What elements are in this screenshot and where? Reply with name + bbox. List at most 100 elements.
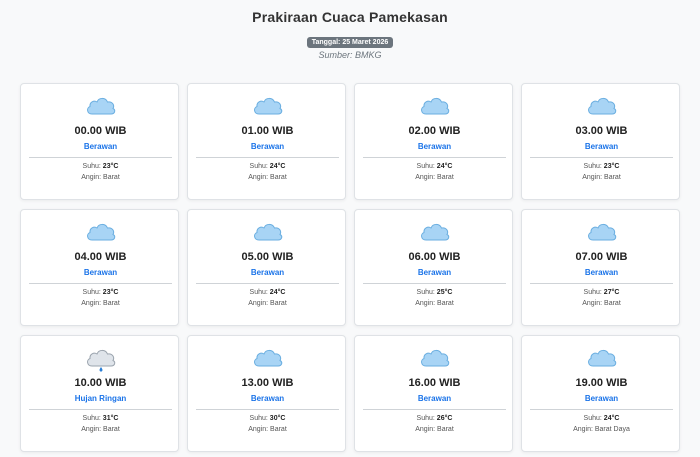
wind-value: Barat [604,174,621,181]
forecast-wind-row: Angin: Barat [21,426,180,433]
wind-value: Barat [103,300,120,307]
wind-label: Angin: [81,426,104,433]
temp-value: 23°C [603,163,620,170]
forecast-wind-row: Angin: Barat [21,300,180,307]
forecast-time: 16.00 WIB [408,377,461,389]
forecast-card: 03.00 WIB Berawan Suhu: 23°C Angin: Barat [521,83,680,200]
forecast-card: 13.00 WIB Berawan Suhu: 30°C Angin: Barat [187,335,346,452]
temp-value: 31°C [102,415,119,422]
forecast-time: 07.00 WIB [575,251,628,263]
cloud-icon [355,220,514,246]
wind-value: Barat [270,426,287,433]
forecast-condition: Berawan [584,394,619,403]
card-divider [29,283,172,284]
forecast-temp-row: Suhu: 30°C [188,415,347,422]
temp-label: Suhu: [82,289,103,296]
card-divider [29,157,172,158]
forecast-wind-row: Angin: Barat Daya [522,426,681,433]
date-badge: Tanggal: 25 Maret 2026 [306,37,394,48]
cloud-icon [188,346,347,372]
card-divider [530,157,673,158]
temp-label: Suhu: [583,415,604,422]
wind-label: Angin: [248,300,271,307]
forecast-time: 06.00 WIB [408,251,461,263]
page-title: Prakiraan Cuaca Pamekasan [252,9,448,25]
card-divider [196,409,339,410]
temp-value: 23°C [102,289,119,296]
forecast-temp-row: Suhu: 23°C [21,289,180,296]
card-divider [363,157,506,158]
forecast-condition: Berawan [250,394,285,403]
wind-label: Angin: [415,174,438,181]
temp-value: 27°C [603,289,620,296]
wind-label: Angin: [573,426,595,433]
wind-value: Barat [437,300,454,307]
forecast-temp-row: Suhu: 24°C [188,163,347,170]
temp-label: Suhu: [416,415,437,422]
cloud-icon [522,346,681,372]
wind-value: Barat [103,426,120,433]
forecast-time: 00.00 WIB [74,125,127,137]
card-divider [196,283,339,284]
wind-label: Angin: [248,426,271,433]
forecast-temp-row: Suhu: 26°C [355,415,514,422]
forecast-time: 01.00 WIB [241,125,294,137]
forecast-condition: Hujan Ringan [74,394,127,403]
card-divider [363,283,506,284]
wind-label: Angin: [582,174,605,181]
date-badge-container: Tanggal: 25 Maret 2026 [0,31,700,49]
forecast-condition: Berawan [417,268,452,277]
wind-label: Angin: [81,300,104,307]
wind-value: Barat Daya [594,426,630,433]
forecast-card: 19.00 WIB Berawan Suhu: 24°C Angin: Barat D… [521,335,680,452]
card-divider [196,157,339,158]
forecast-card: 01.00 WIB Berawan Suhu: 24°C Angin: Barat [187,83,346,200]
forecast-wind-row: Angin: Barat [355,300,514,307]
card-divider [530,409,673,410]
wind-value: Barat [437,426,454,433]
temp-label: Suhu: [249,163,270,170]
cloud-icon [522,94,681,120]
forecast-card: 16.00 WIB Berawan Suhu: 26°C Angin: Barat [354,335,513,452]
temp-value: 26°C [436,415,453,422]
forecast-temp-row: Suhu: 24°C [355,163,514,170]
forecast-temp-row: Suhu: 23°C [21,163,180,170]
forecast-time: 19.00 WIB [575,377,628,389]
forecast-wind-row: Angin: Barat [188,426,347,433]
forecast-card: 06.00 WIB Berawan Suhu: 25°C Angin: Barat [354,209,513,326]
temp-label: Suhu: [583,163,604,170]
cloud-icon [21,94,180,120]
wind-label: Angin: [248,174,271,181]
forecast-temp-row: Suhu: 31°C [21,415,180,422]
forecast-wind-row: Angin: Barat [355,174,514,181]
wind-value: Barat [437,174,454,181]
forecast-time: 10.00 WIB [74,377,127,389]
temp-label: Suhu: [82,415,103,422]
forecast-card: 04.00 WIB Berawan Suhu: 23°C Angin: Barat [20,209,179,326]
temp-label: Suhu: [416,163,437,170]
forecast-temp-row: Suhu: 24°C [188,289,347,296]
forecast-wind-row: Angin: Barat [522,174,681,181]
forecast-condition: Berawan [417,142,452,151]
temp-label: Suhu: [583,289,604,296]
source-label: Sumber: BMKG [318,50,382,60]
forecast-time: 13.00 WIB [241,377,294,389]
forecast-wind-row: Angin: Barat [355,426,514,433]
temp-value: 24°C [269,163,286,170]
forecast-wind-row: Angin: Barat [21,174,180,181]
temp-label: Suhu: [249,289,270,296]
forecast-condition: Berawan [83,268,118,277]
card-divider [363,409,506,410]
forecast-temp-row: Suhu: 23°C [522,163,681,170]
card-divider [29,409,172,410]
forecast-card: 00.00 WIB Berawan Suhu: 23°C Angin: Barat [20,83,179,200]
temp-value: 25°C [436,289,453,296]
forecast-condition: Berawan [83,142,118,151]
forecast-temp-row: Suhu: 24°C [522,415,681,422]
wind-label: Angin: [415,300,438,307]
forecast-condition: Berawan [584,142,619,151]
forecast-card: 07.00 WIB Berawan Suhu: 27°C Angin: Barat [521,209,680,326]
forecast-card: 05.00 WIB Berawan Suhu: 24°C Angin: Barat [187,209,346,326]
cloud-icon [355,346,514,372]
wind-value: Barat [270,174,287,181]
